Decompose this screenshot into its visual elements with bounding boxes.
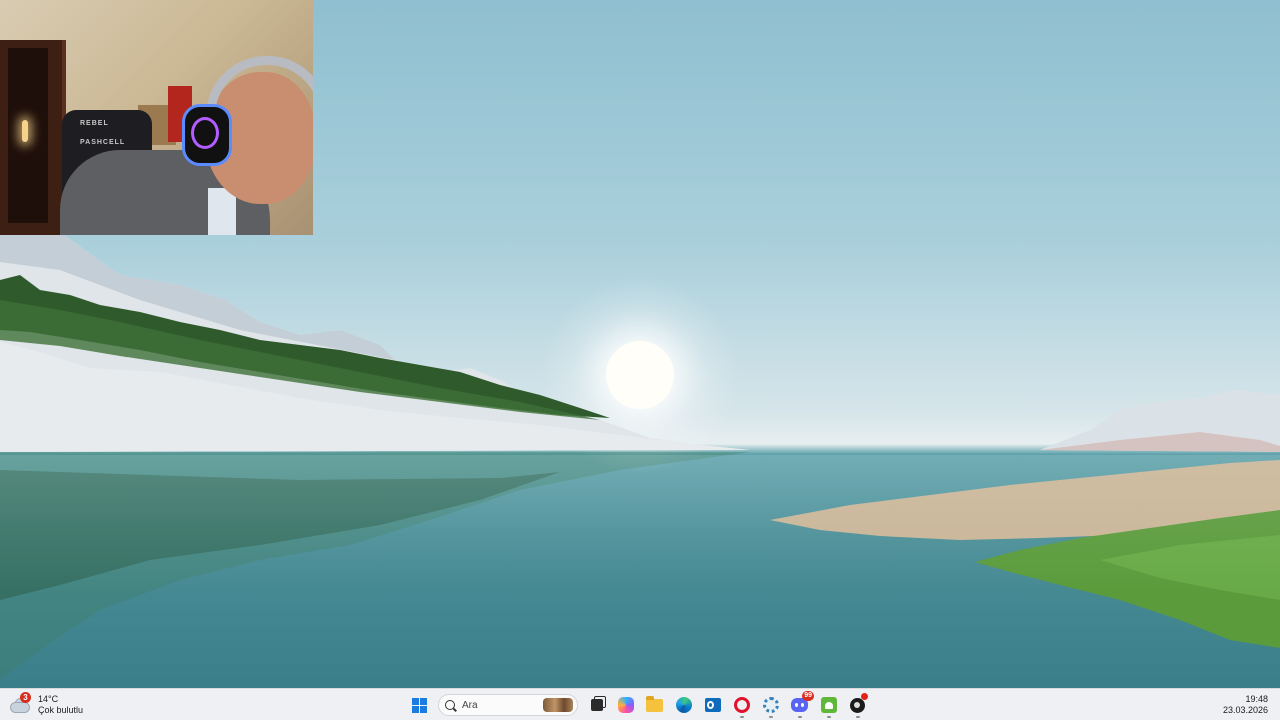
webcam-overlay: REBEL PASHCELL — [0, 0, 313, 235]
gear-icon — [762, 697, 779, 713]
start-button[interactable] — [405, 691, 434, 719]
weather-widget[interactable]: 3 14°C Çok bulutlu — [10, 689, 83, 721]
task-view-button[interactable] — [582, 691, 611, 719]
opera-button[interactable] — [727, 691, 756, 719]
clock-date: 23.03.2026 — [1222, 705, 1268, 715]
webcam-door-interior — [8, 48, 48, 223]
opera-icon — [733, 697, 750, 713]
webcam-chair-label: REBEL PASHCELL — [80, 120, 125, 146]
edge-button[interactable] — [669, 691, 698, 719]
notification-dot — [861, 693, 868, 700]
settings-button[interactable] — [756, 691, 785, 719]
water-glare — [0, 455, 1280, 688]
cloud-icon: 3 — [10, 692, 31, 713]
taskbar-center: Ara 99 — [405, 689, 872, 721]
search-placeholder: Ara — [462, 699, 478, 711]
clock[interactable]: 19:48 23.03.2026 — [1223, 689, 1268, 721]
weather-badge: 3 — [20, 692, 31, 703]
file-explorer-button[interactable] — [640, 691, 669, 719]
clock-time: 19:48 — [1245, 694, 1268, 704]
weather-condition: Çok bulutlu — [38, 705, 84, 715]
chair-text-2: PASHCELL — [80, 139, 126, 146]
discord-button[interactable]: 99 — [785, 691, 814, 719]
chair-brand-text: REBEL — [80, 120, 109, 127]
running-indicator — [797, 716, 802, 718]
search-box[interactable]: Ara — [438, 694, 578, 716]
running-indicator — [768, 716, 773, 718]
copilot-icon — [617, 697, 634, 713]
android-button[interactable] — [814, 691, 843, 719]
android-icon — [820, 697, 837, 713]
folder-icon — [646, 695, 663, 712]
edge-icon — [675, 697, 692, 713]
pinned-app-button[interactable] — [843, 691, 872, 719]
running-indicator — [855, 716, 860, 718]
outlook-button[interactable] — [698, 691, 727, 719]
webcam-headphone-ring — [191, 117, 219, 149]
running-indicator — [826, 716, 831, 718]
outlook-icon — [704, 698, 721, 712]
weather-temperature: 14°C — [38, 694, 59, 704]
task-view-icon — [590, 699, 603, 711]
discord-badge: 99 — [802, 691, 814, 701]
webcam-lamp — [22, 120, 28, 142]
search-icon — [445, 700, 455, 710]
running-indicator — [739, 716, 744, 718]
taskbar: 3 14°C Çok bulutlu Ara 99 19:48 23.03.20… — [0, 688, 1280, 720]
search-highlight-image[interactable] — [543, 698, 573, 712]
copilot-button[interactable] — [611, 691, 640, 719]
windows-logo-icon — [412, 697, 427, 713]
